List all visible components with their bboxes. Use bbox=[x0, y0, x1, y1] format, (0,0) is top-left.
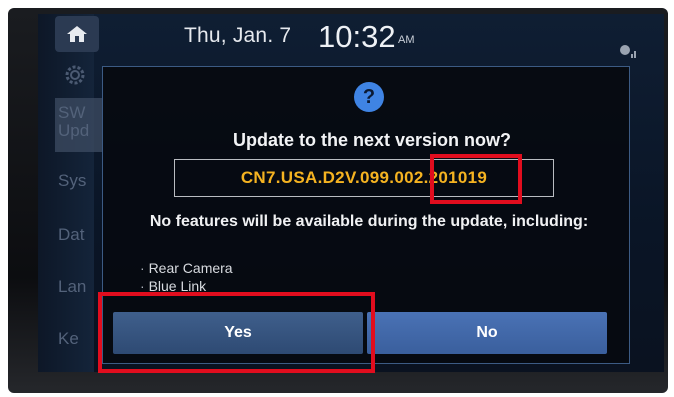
settings-gear-button[interactable] bbox=[62, 62, 88, 93]
status-ampm: AM bbox=[398, 34, 415, 46]
annotation-yes-highlight bbox=[98, 292, 375, 373]
status-time: 10:32 bbox=[318, 19, 396, 54]
sidebar-item-keyboard[interactable]: Ke bbox=[58, 330, 79, 348]
home-icon bbox=[67, 26, 87, 42]
question-icon: ? bbox=[354, 82, 384, 112]
signal-icon bbox=[620, 45, 636, 58]
status-date: Thu, Jan. 7 bbox=[184, 24, 292, 47]
sidebar-item-sw-update[interactable]: SW Upd bbox=[58, 104, 89, 140]
list-item: Rear Camera bbox=[140, 259, 233, 277]
sidebar-item-date[interactable]: Dat bbox=[58, 226, 84, 244]
sidebar-item-system[interactable]: Sys bbox=[58, 172, 86, 190]
annotation-version-highlight bbox=[430, 154, 522, 204]
home-button[interactable] bbox=[55, 16, 99, 52]
no-button[interactable]: No bbox=[367, 312, 607, 354]
dialog-warning: No features will be available during the… bbox=[149, 213, 589, 230]
gear-icon bbox=[65, 65, 85, 85]
unavailable-features-list: Rear Camera Blue Link bbox=[140, 259, 233, 295]
sidebar-item-language[interactable]: Lan bbox=[58, 278, 86, 296]
dialog-prompt: Update to the next version now? bbox=[232, 130, 512, 150]
